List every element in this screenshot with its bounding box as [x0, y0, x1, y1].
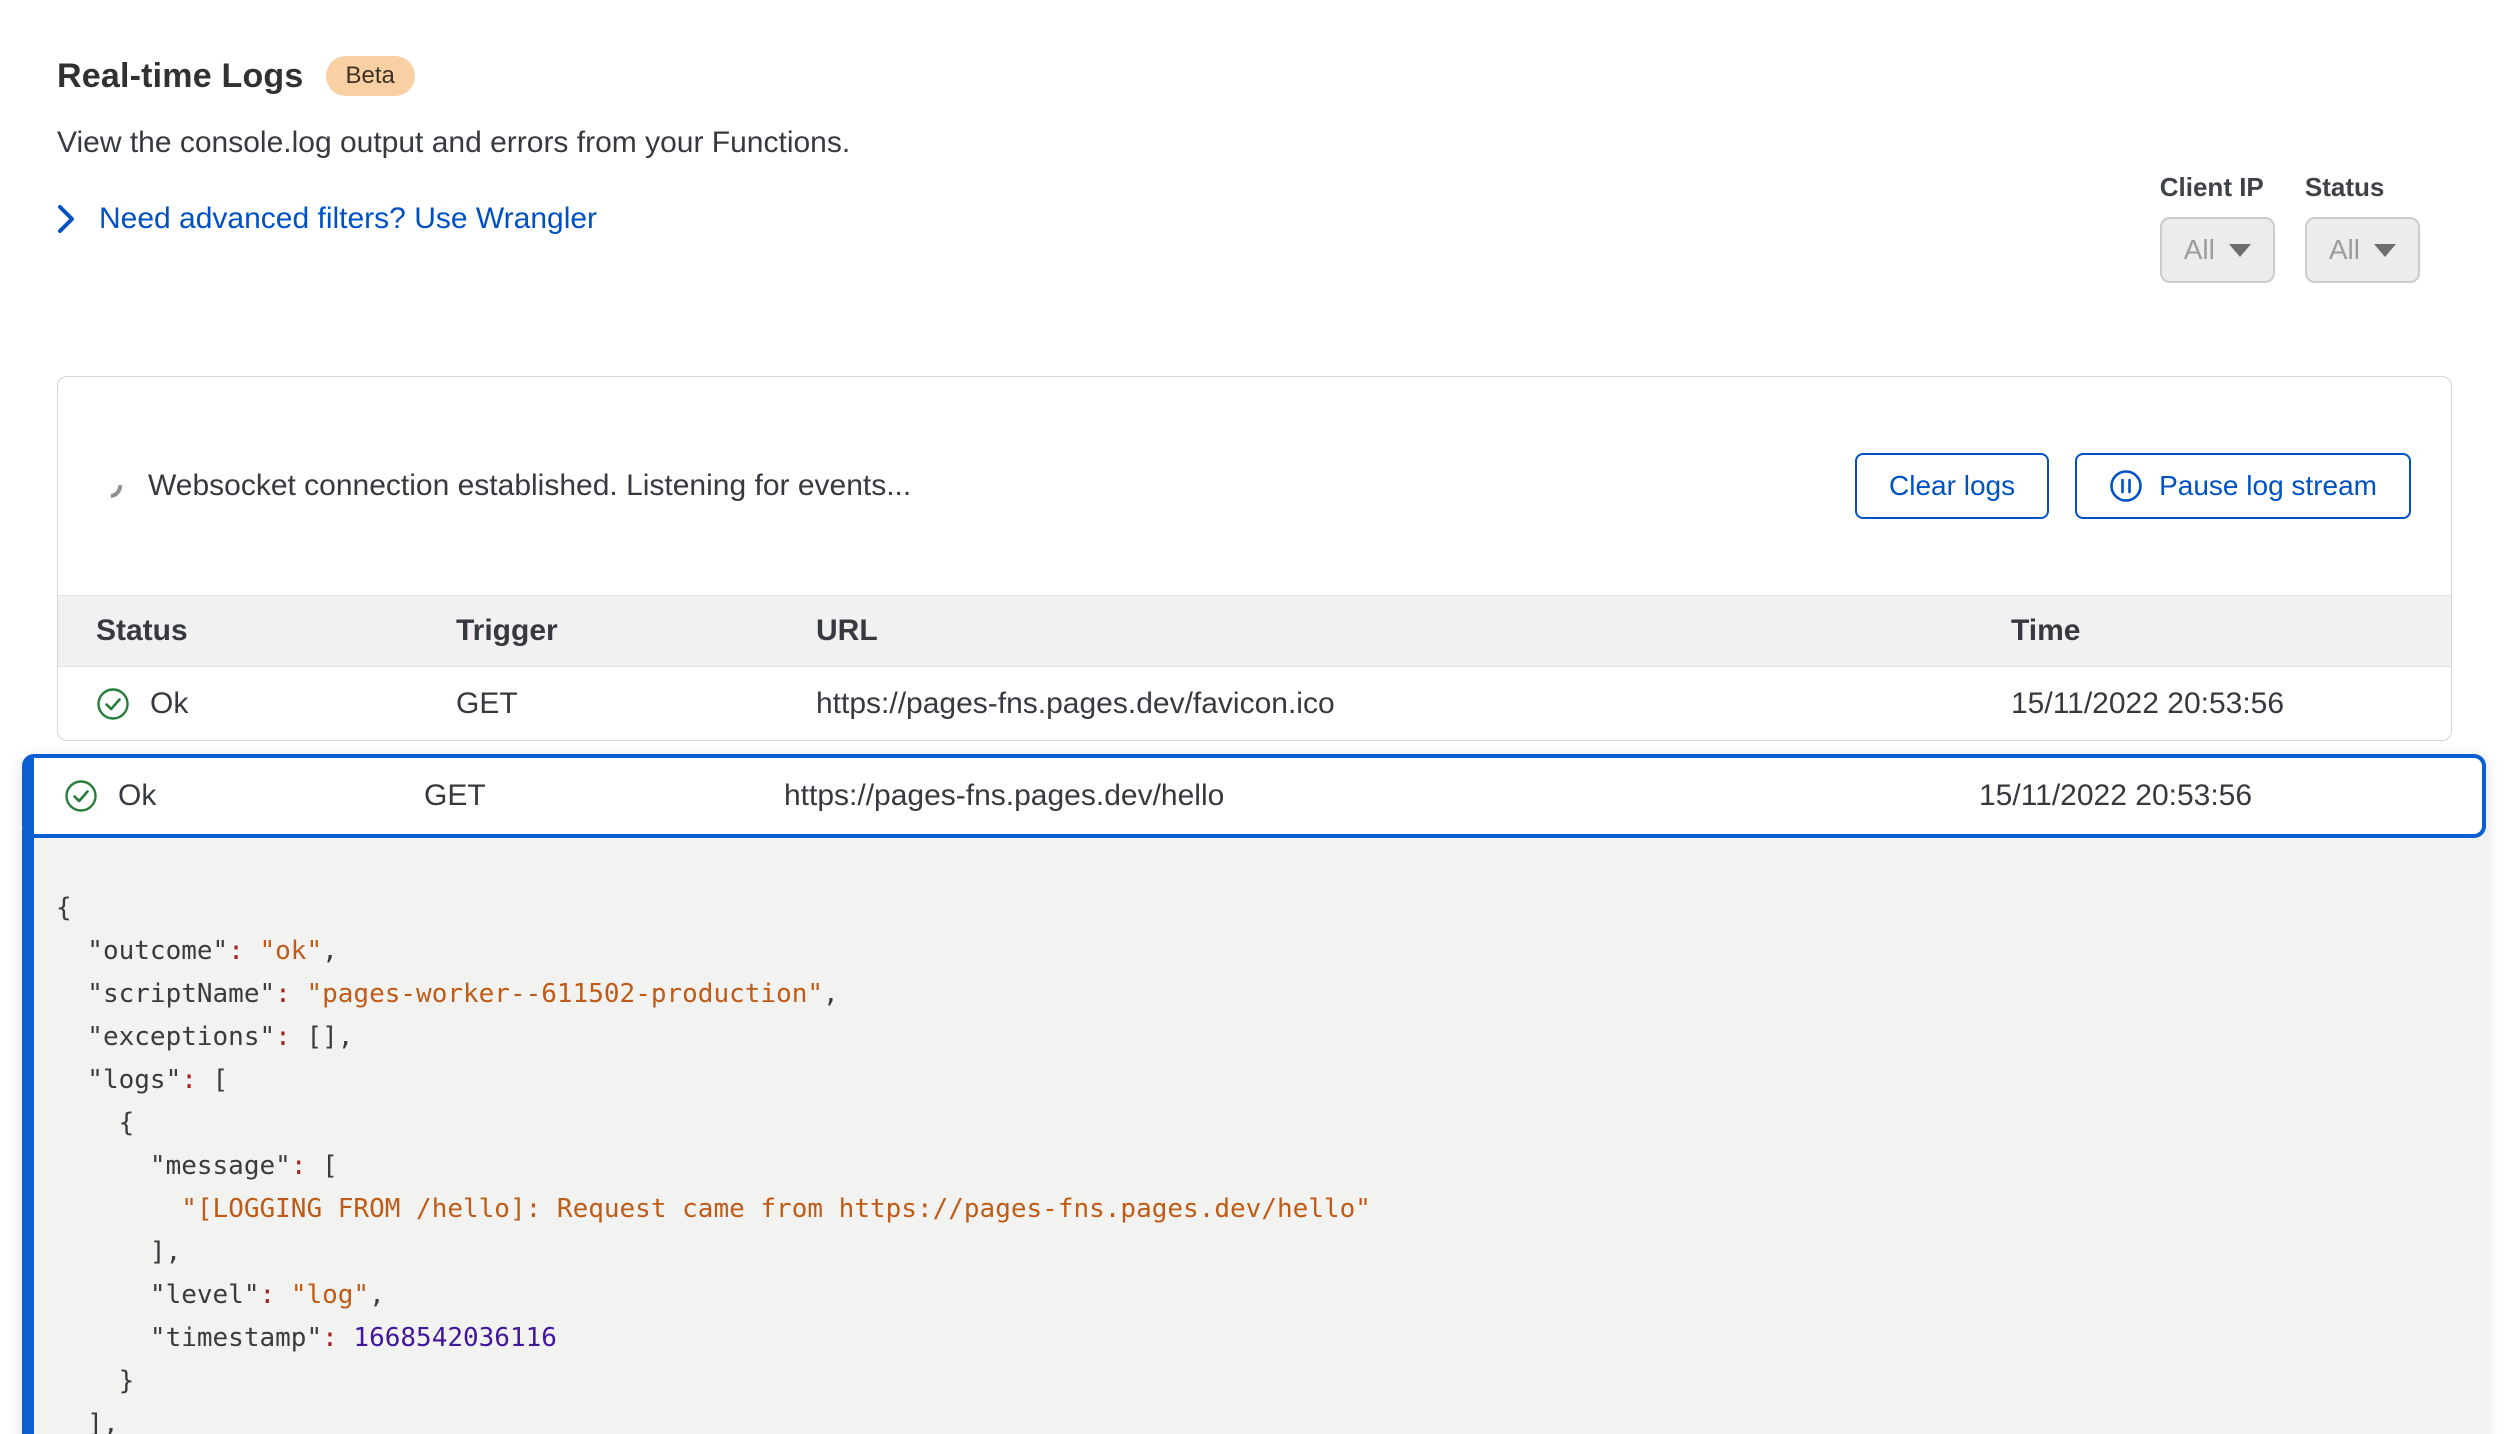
- status-filter-label: Status: [2305, 172, 2420, 203]
- code-line: "logs": [: [56, 1059, 2456, 1102]
- spinner-icon: [93, 469, 127, 503]
- log-row-url: https://pages-fns.pages.dev/hello: [784, 779, 1979, 813]
- caret-down-icon: [2229, 244, 2251, 257]
- code-line: "scriptName": "pages-worker--611502-prod…: [56, 973, 2456, 1016]
- pause-log-stream-label: Pause log stream: [2159, 470, 2377, 502]
- log-panel: Websocket connection established. Listen…: [57, 376, 2452, 741]
- page-title: Real-time Logs: [57, 57, 304, 96]
- log-table-header: Status Trigger URL Time: [58, 595, 2451, 667]
- code-line: "[LOGGING FROM /hello]: Request came fro…: [56, 1188, 2456, 1231]
- log-row-trigger: GET: [456, 687, 816, 721]
- connection-status-message: Websocket connection established. Listen…: [148, 469, 1855, 503]
- column-header-status: Status: [96, 614, 456, 648]
- page-header: Real-time Logs Beta View the console.log…: [0, 0, 2508, 236]
- wrangler-link-row[interactable]: Need advanced filters? Use Wrangler: [57, 202, 2508, 236]
- client-ip-filter-value: All: [2184, 234, 2215, 266]
- code-line: {: [56, 887, 2456, 930]
- log-row-time: 15/11/2022 20:53:56: [2011, 687, 2451, 721]
- code-line: ],: [56, 1403, 2456, 1434]
- selected-log-row[interactable]: Ok GET https://pages-fns.pages.dev/hello…: [22, 754, 2486, 838]
- page-subtitle: View the console.log output and errors f…: [57, 126, 2508, 160]
- beta-badge: Beta: [326, 56, 415, 96]
- log-row-trigger: GET: [424, 779, 784, 813]
- client-ip-filter-label: Client IP: [2160, 172, 2275, 203]
- code-line: "outcome": "ok",: [56, 930, 2456, 973]
- caret-down-icon: [2374, 244, 2396, 257]
- chevron-right-icon: [57, 204, 75, 234]
- pause-log-stream-button[interactable]: Pause log stream: [2075, 453, 2411, 519]
- wrangler-link[interactable]: Need advanced filters? Use Wrangler: [99, 202, 597, 236]
- log-toolbar: Websocket connection established. Listen…: [58, 377, 2451, 595]
- status-filter-value: All: [2329, 234, 2360, 266]
- log-json-code: { "outcome": "ok", "scriptName": "pages-…: [56, 887, 2456, 1434]
- log-filters: Client IP All Status All: [2160, 172, 2420, 283]
- log-table-row[interactable]: Ok GET https://pages-fns.pages.dev/favic…: [58, 667, 2451, 740]
- log-row-time: 15/11/2022 20:53:56: [1979, 779, 2482, 813]
- log-row-status-cell: Ok: [96, 687, 456, 721]
- status-filter-group: Status All: [2305, 172, 2420, 283]
- check-circle-icon: [96, 687, 130, 721]
- realtime-logs-page: Real-time Logs Beta View the console.log…: [0, 0, 2508, 1434]
- expanded-log-entry: Ok GET https://pages-fns.pages.dev/hello…: [22, 754, 2486, 1434]
- clear-logs-label: Clear logs: [1889, 470, 2015, 502]
- log-json-detail: { "outcome": "ok", "scriptName": "pages-…: [22, 829, 2486, 1434]
- column-header-trigger: Trigger: [456, 614, 816, 648]
- status-filter-dropdown[interactable]: All: [2305, 217, 2420, 283]
- code-line: "timestamp": 1668542036116: [56, 1317, 2456, 1360]
- client-ip-filter-group: Client IP All: [2160, 172, 2275, 283]
- code-line: ],: [56, 1231, 2456, 1274]
- column-header-url: URL: [816, 614, 2011, 648]
- log-row-status: Ok: [118, 779, 156, 813]
- code-line: {: [56, 1102, 2456, 1145]
- column-header-time: Time: [2011, 614, 2451, 648]
- log-row-url: https://pages-fns.pages.dev/favicon.ico: [816, 687, 2011, 721]
- log-row-status-cell: Ok: [64, 779, 424, 813]
- check-circle-icon: [64, 779, 98, 813]
- code-line: "level": "log",: [56, 1274, 2456, 1317]
- client-ip-filter-dropdown[interactable]: All: [2160, 217, 2275, 283]
- clear-logs-button[interactable]: Clear logs: [1855, 453, 2049, 519]
- code-line: "message": [: [56, 1145, 2456, 1188]
- log-row-status: Ok: [150, 687, 188, 721]
- pause-circle-icon: [2109, 469, 2143, 503]
- code-line: "exceptions": [],: [56, 1016, 2456, 1059]
- code-line: }: [56, 1360, 2456, 1403]
